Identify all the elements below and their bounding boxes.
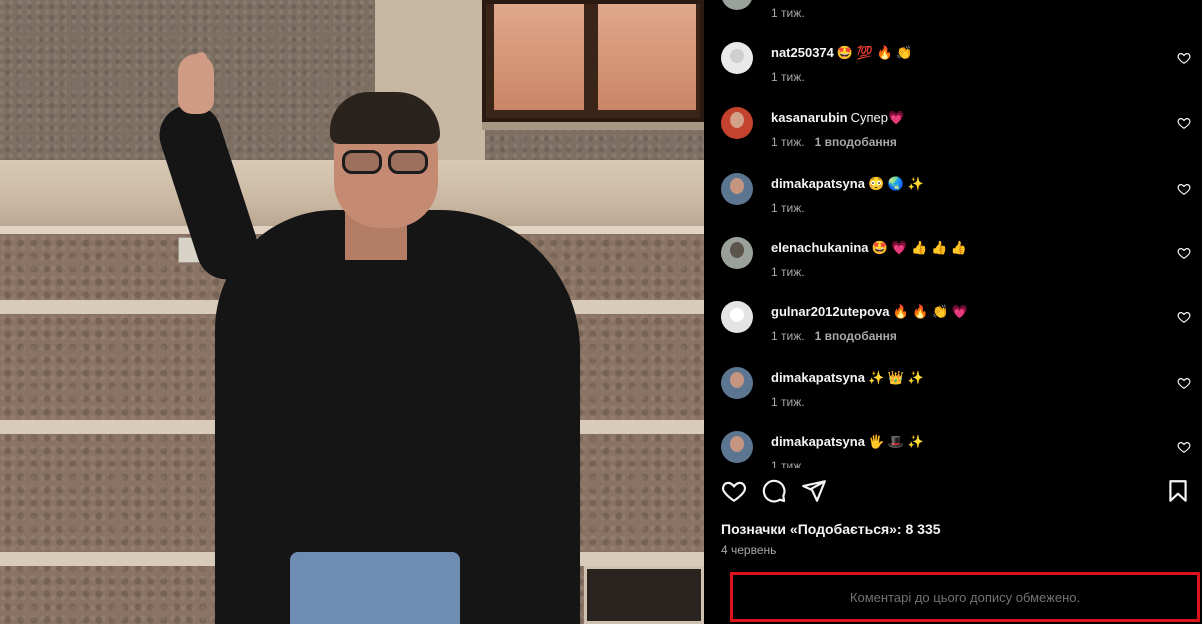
comments-panel: 1 тиж. nat250374 🤩 💯 🔥 👏 1 тиж. kasanarub…	[704, 0, 1202, 624]
comment-meta: 1 тиж.	[771, 201, 805, 215]
comment-username[interactable]: gulnar2012utepova	[771, 304, 890, 319]
comment-time[interactable]: 1 тиж.	[771, 70, 805, 84]
comment-text: dimakapatsyna 😳 🌏 ✨	[771, 175, 924, 193]
comment-likes[interactable]: 1 вподобання	[815, 135, 897, 149]
person	[0, 0, 704, 624]
avatar[interactable]	[721, 301, 753, 333]
comment-body: Супер💗	[850, 110, 905, 125]
heart-icon[interactable]	[1177, 440, 1191, 454]
comment-time[interactable]: 1 тиж.	[771, 459, 805, 468]
restricted-notice-text: Коментарі до цього допису обмежено.	[849, 589, 1081, 605]
comment-text: kasanarubin Супер💗	[771, 109, 904, 127]
post-date[interactable]: 4 червень	[721, 543, 776, 557]
comment-username[interactable]: nat250374	[771, 45, 834, 60]
comment-body: 😳 🌏 ✨	[867, 176, 924, 191]
comment-item: nat250374 🤩 💯 🔥 👏 1 тиж.	[704, 42, 1202, 106]
comment-body: ✨ 👑 ✨	[867, 370, 924, 385]
comment-time[interactable]: 1 тиж.	[771, 6, 805, 20]
comment-meta: 1 тиж.	[771, 70, 805, 84]
comment-username[interactable]: elenachukanina	[771, 240, 869, 255]
avatar[interactable]	[721, 107, 753, 139]
comment-meta: 1 тиж.	[771, 6, 805, 20]
comment-time[interactable]: 1 тиж.	[771, 265, 805, 279]
comment-meta: 1 тиж.	[771, 395, 805, 409]
comment-username[interactable]: dimakapatsyna	[771, 434, 865, 449]
comment-body: 🤩 💗 👍 👍 👍	[871, 240, 967, 255]
heart-icon[interactable]	[1177, 51, 1191, 65]
avatar[interactable]	[721, 367, 753, 399]
comment-item: elenachukanina 🤩 💗 👍 👍 👍 1 тиж.	[704, 237, 1202, 301]
heart-icon[interactable]	[1177, 246, 1191, 260]
comment-text: nat250374 🤩 💯 🔥 👏	[771, 44, 912, 62]
comment-bubble-icon[interactable]	[761, 478, 787, 504]
avatar[interactable]	[721, 0, 753, 10]
heart-icon[interactable]	[1177, 182, 1191, 196]
comment-item: 1 тиж.	[704, 0, 1202, 42]
comments-restricted-notice: Коментарі до цього допису обмежено.	[730, 572, 1200, 622]
paper-plane-icon[interactable]	[801, 478, 827, 504]
comment-item: dimakapatsyna 😳 🌏 ✨ 1 тиж.	[704, 173, 1202, 237]
comment-item: kasanarubin Супер💗 1 тиж. 1 вподобання	[704, 107, 1202, 171]
comment-username[interactable]: dimakapatsyna	[771, 176, 865, 191]
jeans	[290, 552, 460, 624]
comment-meta: 1 тиж. 1 вподобання	[771, 135, 897, 149]
comment-item: dimakapatsyna 🖐 🎩 ✨ 1 тиж.	[704, 431, 1202, 468]
comment-time[interactable]: 1 тиж.	[771, 395, 805, 409]
heart-icon[interactable]	[721, 478, 747, 504]
comment-time[interactable]: 1 тиж.	[771, 201, 805, 215]
avatar[interactable]	[721, 42, 753, 74]
hair	[330, 92, 440, 144]
comment-body: 🤩 💯 🔥 👏	[836, 45, 913, 60]
comment-meta: 1 тиж.	[771, 265, 805, 279]
heart-icon[interactable]	[1177, 116, 1191, 130]
comment-meta: 1 тиж. 1 вподобання	[771, 329, 897, 343]
comment-text: gulnar2012utepova 🔥 🔥 👏 💗	[771, 303, 968, 321]
heart-icon[interactable]	[1177, 376, 1191, 390]
avatar[interactable]	[721, 431, 753, 463]
comment-text: dimakapatsyna 🖐 🎩 ✨	[771, 433, 924, 451]
comment-body: 🔥 🔥 👏 💗	[892, 304, 969, 319]
likes-count[interactable]: Позначки «Подобається»: 8 335	[721, 521, 941, 537]
post-actions	[704, 478, 1202, 508]
comment-text: dimakapatsyna ✨ 👑 ✨	[771, 369, 924, 387]
comment-body: 🖐 🎩 ✨	[867, 434, 924, 449]
comment-username[interactable]: kasanarubin	[771, 110, 848, 125]
bookmark-icon[interactable]	[1165, 478, 1191, 504]
avatar[interactable]	[721, 173, 753, 205]
comment-time[interactable]: 1 тиж.	[771, 329, 805, 343]
comment-text: elenachukanina 🤩 💗 👍 👍 👍	[771, 239, 967, 257]
comment-username[interactable]: dimakapatsyna	[771, 370, 865, 385]
comment-item: dimakapatsyna ✨ 👑 ✨ 1 тиж.	[704, 367, 1202, 431]
avatar[interactable]	[721, 237, 753, 269]
post-viewer: 1 тиж. nat250374 🤩 💯 🔥 👏 1 тиж. kasanarub…	[0, 0, 1202, 624]
heart-icon[interactable]	[1177, 310, 1191, 324]
comment-time[interactable]: 1 тиж.	[771, 135, 805, 149]
comment-likes[interactable]: 1 вподобання	[815, 329, 897, 343]
glasses	[338, 150, 432, 176]
post-photo[interactable]	[0, 0, 704, 624]
comment-item: gulnar2012utepova 🔥 🔥 👏 💗 1 тиж. 1 вподоба…	[704, 301, 1202, 365]
comments-list[interactable]: 1 тиж. nat250374 🤩 💯 🔥 👏 1 тиж. kasanarub…	[704, 0, 1202, 468]
comment-meta: 1 тиж.	[771, 459, 805, 468]
